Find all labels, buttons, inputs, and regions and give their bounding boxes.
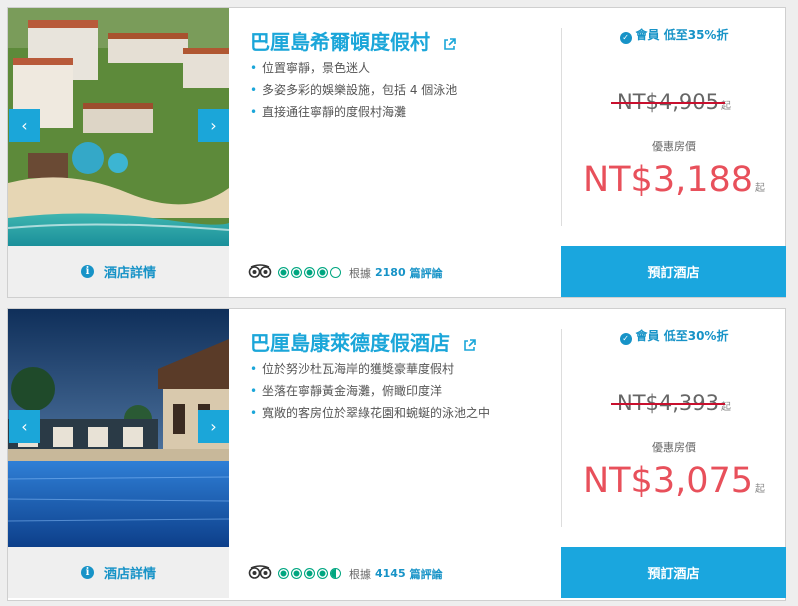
book-hotel-label: 預訂酒店 [647, 266, 700, 281]
book-hotel-button[interactable]: 預訂酒店 [561, 246, 786, 297]
hotel-features: 位於努沙杜瓦海岸的獲獎豪華度假村 坐落在寧靜黃金海灘，俯瞰印度洋 寬敞的客房位於… [250, 361, 510, 427]
chevron-right-icon: › [210, 417, 217, 436]
hotel-card: ‹ › i 酒店詳情 巴厘島希爾頓度假村 位置寧靜，景色迷人 多姿多彩的娛樂設施… [7, 7, 786, 298]
review-count[interactable]: 4145 [375, 567, 406, 580]
review-link[interactable]: 篇評論 [410, 566, 443, 582]
review-link[interactable]: 篇評論 [410, 265, 443, 281]
hotel-details-button[interactable]: i 酒店詳情 [8, 246, 229, 297]
info-icon: i [80, 265, 94, 278]
offer-label: 優惠房價 [652, 441, 696, 454]
external-link-icon [443, 32, 456, 56]
member-discount-text: 會員 低至35%折 [635, 28, 729, 42]
hotel-name-link[interactable]: 巴厘島康萊德度假酒店 [250, 327, 476, 357]
price-suffix: 起 [755, 183, 766, 194]
feature-item: 寬敞的客房位於翠綠花園和蜿蜒的泳池之中 [250, 405, 510, 421]
info-icon: i [80, 566, 94, 579]
photo-next-button[interactable]: › [198, 410, 229, 443]
chevron-right-icon: › [210, 116, 217, 135]
offer-price-value: NT$3,075 [582, 461, 754, 501]
tripadvisor-owl-icon [248, 565, 272, 582]
hotel-details-label: 酒店詳情 [103, 266, 156, 281]
review-count[interactable]: 2180 [375, 266, 406, 279]
hotel-photo[interactable]: ‹ › [8, 8, 229, 246]
rating-bubble [330, 568, 341, 579]
tripadvisor-owl-icon [248, 264, 272, 281]
hotel-details-label: 酒店詳情 [103, 567, 156, 582]
offer-label: 優惠房價 [652, 140, 696, 153]
check-circle-icon: ✓ [619, 31, 632, 44]
price-suffix: 起 [755, 484, 766, 495]
photo-prev-button[interactable]: ‹ [9, 410, 40, 443]
hotel-card: ‹ › i 酒店詳情 巴厘島康萊德度假酒店 位於努沙杜瓦海岸的獲獎豪華度假村 坐… [7, 308, 786, 601]
rating-bubble [291, 568, 302, 579]
original-price-value: NT$4,905 [610, 90, 726, 114]
feature-item: 位置寧靜，景色迷人 [250, 60, 510, 76]
rating-bubbles [278, 267, 343, 278]
chevron-left-icon: ‹ [21, 417, 28, 436]
hotel-details-button[interactable]: i 酒店詳情 [8, 547, 229, 598]
hotel-features: 位置寧靜，景色迷人 多姿多彩的娛樂設施，包括 4 個泳池 直接通往寧靜的度假村海… [250, 60, 510, 126]
hotel-name: 巴厘島康萊德度假酒店 [250, 331, 450, 355]
review-prefix: 根據 [349, 567, 371, 581]
rating-bubble [330, 267, 341, 278]
book-hotel-button[interactable]: 預訂酒店 [561, 547, 786, 598]
original-price-value: NT$4,393 [610, 391, 726, 415]
member-discount-text: 會員 低至30%折 [635, 329, 729, 343]
rating-bubble [278, 267, 289, 278]
rating-bubble [304, 267, 315, 278]
hotel-name: 巴厘島希爾頓度假村 [250, 30, 430, 54]
photo-next-button[interactable]: › [198, 109, 229, 142]
offer-price: NT$3,075 起 [562, 461, 786, 501]
rating-bubble [291, 267, 302, 278]
feature-item: 坐落在寧靜黃金海灘，俯瞰印度洋 [250, 383, 510, 399]
hotel-photo[interactable]: ‹ › [8, 309, 229, 547]
feature-item: 直接通往寧靜的度假村海灘 [250, 104, 510, 120]
rating-bubble [304, 568, 315, 579]
feature-item: 多姿多彩的娛樂設施，包括 4 個泳池 [250, 82, 510, 98]
external-link-icon [463, 333, 476, 357]
review-summary: 根據 4145 篇評論 [248, 565, 443, 582]
hotel-name-link[interactable]: 巴厘島希爾頓度假村 [250, 26, 456, 56]
original-price: NT$4,393 起 [562, 391, 786, 415]
rating-bubble [317, 267, 328, 278]
member-discount-badge: ✓ 會員 低至35%折 [562, 26, 786, 44]
feature-item: 位於努沙杜瓦海岸的獲獎豪華度假村 [250, 361, 510, 377]
review-prefix: 根據 [349, 266, 371, 280]
chevron-left-icon: ‹ [21, 116, 28, 135]
rating-bubble [278, 568, 289, 579]
original-price: NT$4,905 起 [562, 90, 786, 114]
rating-bubbles [278, 568, 343, 579]
book-hotel-label: 預訂酒店 [647, 567, 700, 582]
photo-prev-button[interactable]: ‹ [9, 109, 40, 142]
offer-price-value: NT$3,188 [582, 160, 754, 200]
check-circle-icon: ✓ [619, 332, 632, 345]
rating-bubble [317, 568, 328, 579]
offer-price: NT$3,188 起 [562, 160, 786, 200]
review-summary: 根據 2180 篇評論 [248, 264, 443, 281]
member-discount-badge: ✓ 會員 低至30%折 [562, 327, 786, 345]
